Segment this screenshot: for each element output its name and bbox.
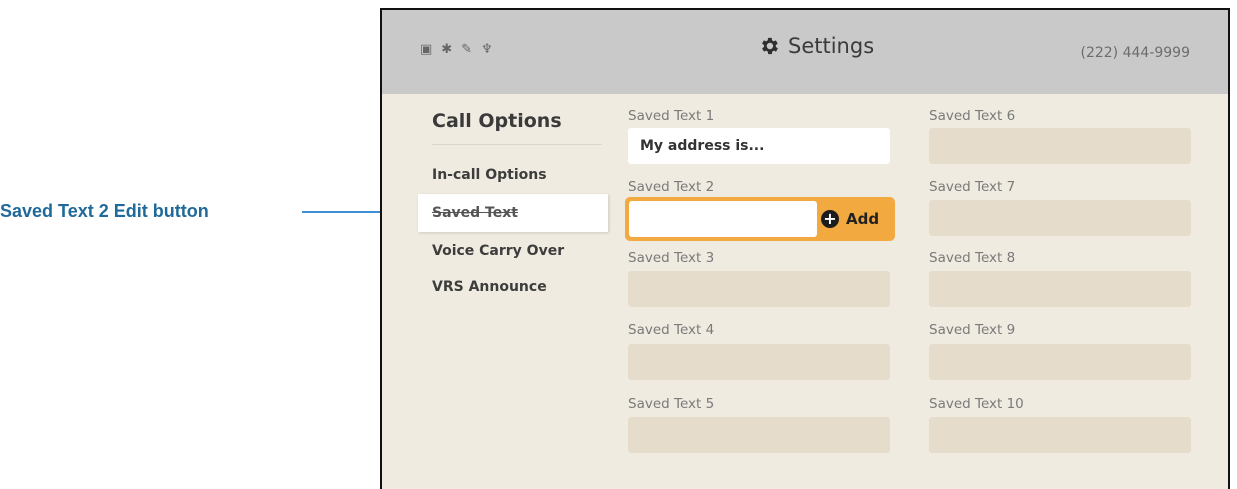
display-icon: ▣ bbox=[420, 42, 433, 57]
add-button[interactable]: + Add bbox=[821, 201, 891, 237]
saved-text-9-field[interactable] bbox=[929, 344, 1191, 380]
saved-text-5-label: Saved Text 5 bbox=[628, 396, 715, 412]
saved-text-2-label: Saved Text 2 bbox=[628, 179, 715, 195]
page-title: Settings bbox=[758, 34, 874, 58]
saved-text-9-label: Saved Text 9 bbox=[929, 322, 1016, 338]
saved-text-3-label: Saved Text 3 bbox=[628, 250, 715, 266]
sidebar-title: Call Options bbox=[432, 110, 562, 132]
saved-text-6-label: Saved Text 6 bbox=[929, 108, 1016, 124]
saved-text-2-edit: + Add bbox=[625, 197, 895, 241]
saved-text-2-input[interactable] bbox=[629, 201, 817, 237]
saved-text-4-field[interactable] bbox=[628, 344, 890, 380]
sidebar-divider bbox=[432, 144, 602, 145]
saved-text-1-label: Saved Text 1 bbox=[628, 108, 715, 124]
plus-circle-icon: + bbox=[821, 210, 839, 228]
saved-text-10-field[interactable] bbox=[929, 417, 1191, 453]
saved-text-8-label: Saved Text 8 bbox=[929, 250, 1016, 266]
sidebar-item-saved-text[interactable]: Saved Text bbox=[418, 194, 608, 232]
saved-text-6-field[interactable] bbox=[929, 128, 1191, 164]
phone-number: (222) 444-9999 bbox=[1080, 45, 1191, 61]
title-text: Settings bbox=[788, 34, 875, 58]
add-button-label: Add bbox=[846, 210, 880, 228]
saved-text-10-label: Saved Text 10 bbox=[929, 396, 1024, 412]
saved-text-5-field[interactable] bbox=[628, 417, 890, 453]
saved-text-4-label: Saved Text 4 bbox=[628, 322, 715, 338]
sidebar-item-voice-carry-over[interactable]: Voice Carry Over bbox=[418, 232, 608, 270]
callout-label: Saved Text 2 Edit button bbox=[0, 201, 209, 221]
settings-window: ▣ ✱ ✎ ♆ Settings (222) 444-9999 Call Opt… bbox=[380, 8, 1230, 489]
mic-off-icon: ♆ bbox=[481, 42, 493, 57]
saved-text-1-field[interactable]: My address is... bbox=[628, 128, 890, 164]
saved-text-8-field[interactable] bbox=[929, 271, 1191, 307]
saved-text-3-field[interactable] bbox=[628, 271, 890, 307]
saved-text-7-field[interactable] bbox=[929, 200, 1191, 236]
video-off-icon: ✎ bbox=[461, 42, 473, 57]
top-bar: ▣ ✱ ✎ ♆ Settings (222) 444-9999 bbox=[382, 10, 1228, 94]
gear-icon bbox=[762, 37, 778, 55]
saved-text-7-label: Saved Text 7 bbox=[929, 179, 1016, 195]
status-icons: ▣ ✱ ✎ ♆ bbox=[420, 42, 493, 57]
bluetooth-icon: ✱ bbox=[441, 42, 453, 57]
sidebar-item-vrs-announce[interactable]: VRS Announce bbox=[418, 268, 608, 306]
sidebar-item-in-call-options[interactable]: In-call Options bbox=[418, 156, 608, 194]
